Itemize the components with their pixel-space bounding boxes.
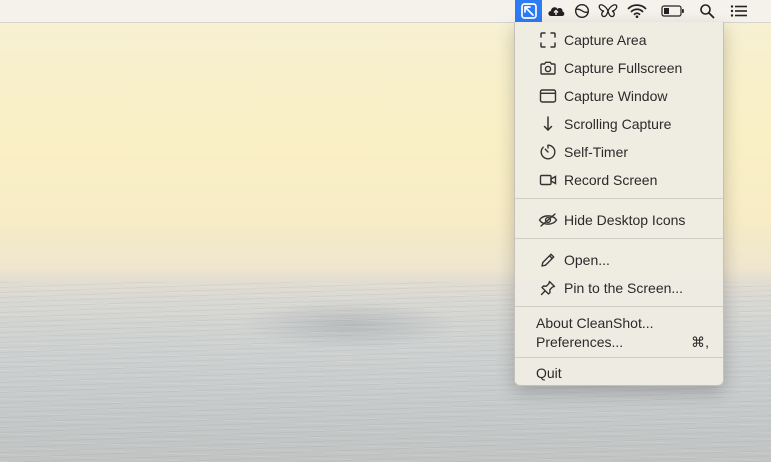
- pin-icon: [538, 278, 558, 298]
- timer-icon: [538, 142, 558, 162]
- battery-icon[interactable]: [660, 0, 686, 22]
- menu-item-label: Open...: [564, 252, 610, 268]
- menu-item-open[interactable]: Open...: [515, 248, 723, 272]
- menu-item-record-screen[interactable]: Record Screen: [515, 168, 723, 192]
- window-icon: [538, 86, 558, 106]
- menu-item-label: Hide Desktop Icons: [564, 212, 686, 228]
- menu-separator: [515, 357, 723, 358]
- notification-center-icon[interactable]: [728, 0, 750, 22]
- arrow-down-icon: [538, 114, 558, 134]
- keyboard-shortcut: ⌘,: [691, 333, 709, 350]
- spotlight-search-icon[interactable]: [697, 0, 717, 22]
- menu-item-scrolling-capture[interactable]: Scrolling Capture: [515, 112, 723, 136]
- menu-item-capture-window[interactable]: Capture Window: [515, 84, 723, 108]
- menu-item-self-timer[interactable]: Self-Timer: [515, 140, 723, 164]
- menu-item-hide-desktop-icons[interactable]: Hide Desktop Icons: [515, 208, 723, 232]
- menu-item-pin-to-screen[interactable]: Pin to the Screen...: [515, 276, 723, 300]
- camera-icon: [538, 58, 558, 78]
- butterfly-icon[interactable]: [597, 0, 619, 22]
- menu-item-label: Capture Window: [564, 88, 668, 104]
- menu-bar: [0, 0, 771, 23]
- menu-item-preferences[interactable]: Preferences... ⌘,: [515, 330, 723, 354]
- cleanshot-icon[interactable]: [515, 0, 542, 22]
- menu-item-label: Quit: [536, 365, 562, 381]
- menu-item-label: Scrolling Capture: [564, 116, 672, 132]
- cloud-upload-icon[interactable]: [545, 0, 567, 22]
- menu-separator: [515, 238, 723, 239]
- menu-separator: [515, 198, 723, 199]
- menu-item-label: Record Screen: [564, 172, 658, 188]
- menu-item-label: Pin to the Screen...: [564, 280, 684, 296]
- wallpaper-haze: [240, 300, 460, 350]
- menu-item-label: About CleanShot...: [536, 315, 654, 331]
- menu-item-capture-fullscreen[interactable]: Capture Fullscreen: [515, 56, 723, 80]
- eye-slash-icon: [538, 210, 558, 230]
- pencil-icon: [538, 250, 558, 270]
- menu-item-quit[interactable]: Quit: [515, 361, 723, 385]
- cleanshot-menu: Capture Area Capture Fullscreen Capture …: [514, 22, 724, 386]
- menu-item-label: Capture Area: [564, 32, 647, 48]
- wifi-icon[interactable]: [626, 0, 648, 22]
- circle-app-icon[interactable]: [572, 0, 592, 22]
- video-camera-icon: [538, 170, 558, 190]
- menu-separator: [515, 306, 723, 307]
- capture-area-icon: [538, 30, 558, 50]
- menu-item-label: Capture Fullscreen: [564, 60, 683, 76]
- menu-item-capture-area[interactable]: Capture Area: [515, 28, 723, 52]
- menu-item-label: Preferences...: [536, 334, 624, 350]
- menu-item-label: Self-Timer: [564, 144, 629, 160]
